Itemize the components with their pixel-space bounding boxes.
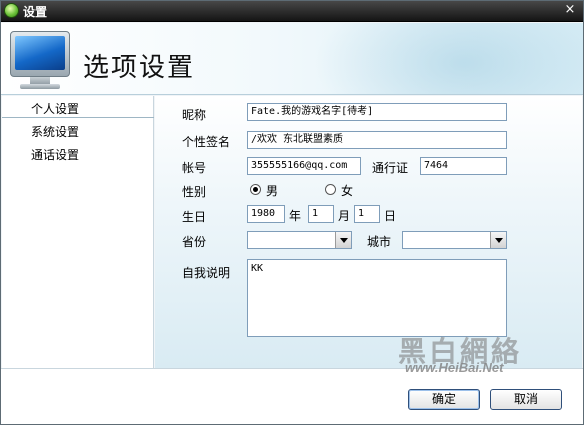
gender-label: 性别 (182, 185, 207, 199)
sidebar: 个人设置 系统设置 通话设置 (2, 96, 154, 368)
page-title: 选项设置 (83, 53, 196, 83)
birth-day-input[interactable]: 1 (354, 205, 380, 223)
watermark-url: www.HeiBai.Net (405, 360, 504, 375)
signature-label: 个性签名 (182, 135, 231, 149)
nickname-label: 昵称 (182, 108, 207, 122)
birth-year-unit: 年 (289, 209, 302, 223)
window-title: 设置 (23, 5, 48, 19)
title-bar[interactable]: 设置 × (0, 0, 584, 22)
settings-window: 设置 × 选项设置 个人设置 系统设置 通话设置 昵称 Fate.我的游戏名字[… (0, 0, 584, 425)
cancel-button[interactable]: 取消 (490, 389, 562, 410)
gender-male-radio[interactable] (250, 184, 261, 195)
bio-label: 自我说明 (182, 266, 231, 280)
province-label: 省份 (182, 235, 207, 249)
sidebar-item-system[interactable]: 系统设置 (2, 123, 154, 141)
personal-settings-panel: 昵称 Fate.我的游戏名字[待考] 个性签名 /欢欢 东北联盟素质 帐号 35… (155, 96, 582, 368)
button-bar: 确定 取消 (0, 368, 584, 425)
gender-male-label: 男 (266, 184, 279, 198)
birth-month-input[interactable]: 1 (308, 205, 334, 223)
birth-year-input[interactable]: 1980 (247, 205, 285, 223)
ok-button[interactable]: 确定 (408, 389, 480, 410)
monitor-icon (10, 31, 70, 77)
account-input[interactable]: 355555166@qq.com (247, 157, 361, 175)
gender-female-radio[interactable] (325, 184, 336, 195)
nickname-input[interactable]: Fate.我的游戏名字[待考] (247, 103, 507, 121)
chevron-down-icon[interactable] (490, 232, 506, 248)
chevron-down-icon[interactable] (335, 232, 351, 248)
city-select[interactable] (402, 231, 507, 249)
signature-input[interactable]: /欢欢 东北联盟素质 (247, 131, 507, 149)
sidebar-item-personal[interactable]: 个人设置 (2, 100, 154, 118)
birth-month-unit: 月 (338, 209, 351, 223)
close-icon[interactable]: × (562, 2, 578, 18)
pass-input[interactable]: 7464 (420, 157, 507, 175)
city-label: 城市 (367, 235, 392, 249)
monitor-base (20, 84, 60, 89)
gender-female-label: 女 (341, 184, 354, 198)
birthday-label: 生日 (182, 210, 207, 224)
bio-textarea[interactable]: KK (247, 259, 507, 337)
sidebar-item-call[interactable]: 通话设置 (2, 146, 154, 164)
pass-label: 通行证 (372, 161, 409, 175)
birth-day-unit: 日 (384, 209, 397, 223)
app-logo-icon (4, 3, 19, 18)
account-label: 帐号 (182, 161, 207, 175)
header-banner: 选项设置 (0, 23, 584, 95)
province-select[interactable] (247, 231, 352, 249)
